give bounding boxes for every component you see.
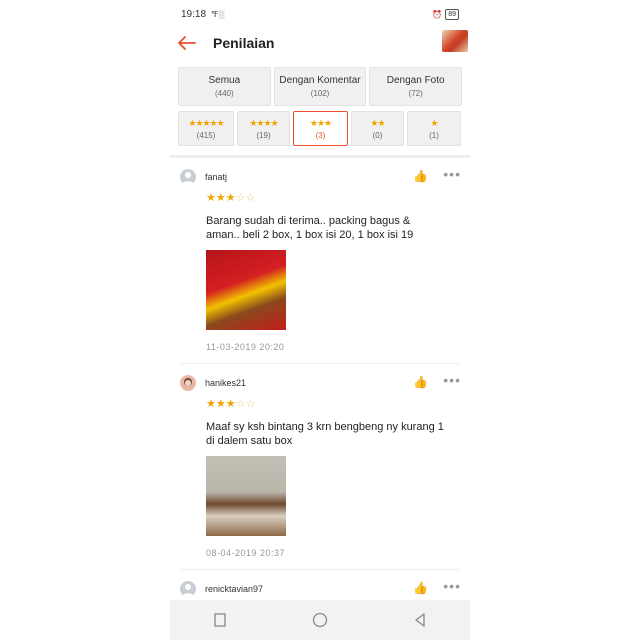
review-username[interactable]: renicktavian97 [205,584,263,594]
status-icons: ⏰ 89 [432,8,459,20]
filter-3-star[interactable]: ★★★ (3) [293,111,348,146]
filter-all[interactable]: Semua (440) [178,67,271,106]
more-options-icon[interactable]: ••• [443,578,461,594]
filter-with-comment[interactable]: Dengan Komentar (102) [273,67,367,106]
page-title: Penilaian [213,35,275,51]
review-photo[interactable] [206,456,286,536]
review-comment: Maaf sy ksh bintang 3 krn bengbeng ny ku… [206,421,444,447]
system-nav-bar [170,600,470,640]
review-filters: Semua (440) Dengan Komentar (102) Dengan… [170,58,470,146]
thumbs-up-icon[interactable]: 👍 [413,169,428,183]
thumbs-up-icon[interactable]: 👍 [413,581,428,595]
page-header: Penilaian [170,28,470,58]
review-username[interactable]: hanikes21 [205,378,246,388]
review-username[interactable]: fanatj [205,172,227,182]
avatar[interactable] [180,375,196,391]
phone-screen: 19:18 ℉░ ⏰ 89 Penilaian Semua (440) Deng… [170,0,470,640]
filter-1-star[interactable]: ★ (1) [407,111,461,146]
review-item: hanikes21 👍 ••• ★★★☆☆ Maaf sy ksh bintan… [170,364,470,570]
star-icon: ★★★ [309,117,332,128]
alarm-icon: ⏰ [432,9,443,19]
star-icon: ★★ [370,117,385,128]
review-comment: Barang sudah di terima.. packing bagus &… [206,215,414,241]
back-icon[interactable] [410,610,430,630]
product-thumbnail[interactable] [442,30,468,52]
signal-icon: ℉░ [210,9,225,19]
review-date: 11-03-2019 20:20 [206,342,285,352]
battery-icon: 89 [445,8,459,20]
review-item: fanatj 👍 ••• ★★★☆☆ Barang sudah di terim… [170,158,470,364]
more-options-icon[interactable]: ••• [443,166,461,182]
back-arrow-icon[interactable] [176,32,198,54]
star-icon: ★★★★★ [188,117,224,128]
recent-apps-icon[interactable] [210,610,230,630]
status-time: 19:18 ℉░ [181,8,225,20]
review-date: 08-04-2019 20:37 [206,548,286,558]
review-item: renicktavian97 👍 ••• [170,570,470,597]
filter-2-star[interactable]: ★★ (0) [351,111,404,146]
review-photo[interactable] [206,250,286,330]
status-bar: 19:18 ℉░ ⏰ 89 [170,0,470,28]
review-rating: ★★★☆☆ [206,192,256,204]
star-icon: ★ [430,117,438,128]
avatar[interactable] [180,581,196,597]
thumbs-up-icon[interactable]: 👍 [413,375,428,389]
filter-with-photo[interactable]: Dengan Foto (72) [369,67,463,106]
filter-5-star[interactable]: ★★★★★ (415) [178,111,234,146]
avatar[interactable] [180,169,196,185]
filter-4-star[interactable]: ★★★★ (19) [237,111,290,146]
review-rating: ★★★☆☆ [206,398,256,410]
star-icon: ★★★★ [249,117,278,128]
home-icon[interactable] [310,610,330,630]
more-options-icon[interactable]: ••• [443,372,461,388]
